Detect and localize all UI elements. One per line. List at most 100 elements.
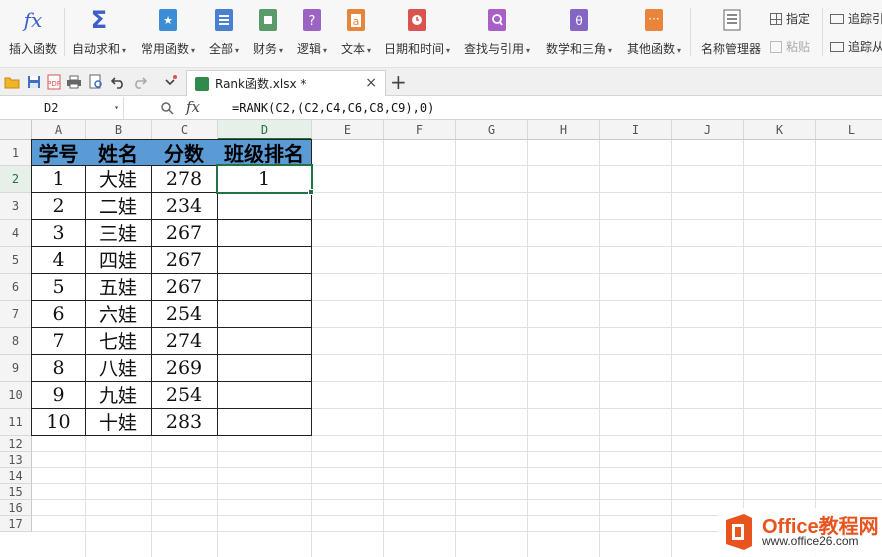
table-header-cell[interactable]: 学号	[31, 139, 86, 166]
row-header[interactable]: 4	[0, 220, 32, 247]
table-cell[interactable]: 六娃	[85, 300, 152, 328]
table-cell[interactable]: 大娃	[85, 165, 152, 193]
table-cell[interactable]: 3	[31, 219, 86, 247]
column-header[interactable]: D	[218, 120, 312, 140]
table-header-cell[interactable]: 班级排名	[217, 139, 312, 166]
table-cell[interactable]	[217, 246, 312, 274]
table-cell[interactable]: 254	[151, 300, 218, 328]
table-cell[interactable]: 八娃	[85, 354, 152, 382]
logic-button[interactable]: ? 逻辑 ▾	[292, 6, 332, 62]
row-header[interactable]: 7	[0, 301, 32, 328]
autosum-button[interactable]: Σ 自动求和 ▾	[68, 6, 130, 62]
trace-precedents-button[interactable]: 追踪引	[830, 10, 882, 27]
table-cell[interactable]	[217, 327, 312, 355]
table-cell[interactable]: 8	[31, 354, 86, 382]
column-header[interactable]: C	[152, 120, 218, 140]
specify-button[interactable]: 指定	[770, 10, 810, 27]
table-header-cell[interactable]: 分数	[151, 139, 218, 166]
zoom-search-icon[interactable]	[160, 101, 174, 115]
row-header[interactable]: 5	[0, 247, 32, 274]
row-header[interactable]: 6	[0, 274, 32, 301]
other-functions-button[interactable]: ··· 其他函数 ▾	[622, 6, 686, 62]
table-cell[interactable]	[217, 300, 312, 328]
row-header[interactable]: 10	[0, 382, 32, 409]
row-header[interactable]: 15	[0, 484, 32, 500]
row-header[interactable]: 1	[0, 140, 32, 166]
table-cell[interactable]: 274	[151, 327, 218, 355]
table-cell[interactable]: 1	[217, 165, 312, 193]
table-cell[interactable]: 2	[31, 192, 86, 220]
name-manager-button[interactable]: 名称管理器	[698, 6, 764, 62]
table-cell[interactable]: 269	[151, 354, 218, 382]
text-functions-button[interactable]: a 文本 ▾	[336, 6, 376, 62]
column-header[interactable]: G	[456, 120, 528, 140]
table-cell[interactable]: 283	[151, 408, 218, 436]
table-cell[interactable]: 267	[151, 273, 218, 301]
insert-function-button[interactable]: fx 插入函数	[6, 6, 60, 62]
table-cell[interactable]: 10	[31, 408, 86, 436]
table-cell[interactable]: 254	[151, 381, 218, 409]
column-header[interactable]: J	[672, 120, 744, 140]
row-header[interactable]: 16	[0, 500, 32, 516]
table-cell[interactable]	[217, 381, 312, 409]
export-pdf-icon[interactable]: PDF	[46, 74, 62, 90]
table-cell[interactable]: 二娃	[85, 192, 152, 220]
table-cell[interactable]: 四娃	[85, 246, 152, 274]
table-cell[interactable]: 267	[151, 219, 218, 247]
all-functions-button[interactable]: 全部 ▾	[204, 6, 244, 62]
undo-icon[interactable]	[110, 74, 126, 90]
table-cell[interactable]	[217, 273, 312, 301]
close-tab-icon[interactable]: ×	[365, 75, 377, 91]
row-header[interactable]: 8	[0, 328, 32, 355]
column-header[interactable]: A	[32, 120, 86, 140]
spreadsheet-grid[interactable]: A B C D E F G H I J K L 1 2 3 4 5 6 7 8 9 10 11 12 13 14 15 16 17 学号姓…	[0, 120, 882, 557]
column-header[interactable]: E	[312, 120, 384, 140]
redo-icon[interactable]	[132, 74, 148, 90]
row-header[interactable]: 12	[0, 436, 32, 452]
fx-button[interactable]: fx	[186, 98, 200, 116]
column-header[interactable]: F	[384, 120, 456, 140]
table-cell[interactable]: 十娃	[85, 408, 152, 436]
trace-dependents-button[interactable]: 追踪从	[830, 38, 882, 55]
print-preview-icon[interactable]	[88, 74, 104, 90]
fill-handle[interactable]	[308, 189, 314, 195]
formula-input[interactable]: =RANK(C2,(C2,C4,C6,C8,C9),0)	[232, 96, 434, 120]
paste-button[interactable]: 粘贴	[770, 38, 810, 55]
column-header[interactable]: I	[600, 120, 672, 140]
table-cell[interactable]: 1	[31, 165, 86, 193]
common-functions-button[interactable]: ★ 常用函数 ▾	[136, 6, 200, 62]
new-tab-icon[interactable]: +	[390, 70, 407, 94]
finance-button[interactable]: 财务 ▾	[248, 6, 288, 62]
open-folder-icon[interactable]	[4, 74, 20, 90]
table-cell[interactable]: 7	[31, 327, 86, 355]
lookup-button[interactable]: 查找与引用 ▾	[458, 6, 536, 62]
column-header[interactable]: L	[816, 120, 882, 140]
table-cell[interactable]: 234	[151, 192, 218, 220]
column-header[interactable]: B	[86, 120, 152, 140]
row-header[interactable]: 17	[0, 516, 32, 532]
column-header[interactable]: H	[528, 120, 600, 140]
name-box[interactable]: D2 ▾	[0, 97, 124, 119]
table-cell[interactable]	[217, 192, 312, 220]
table-cell[interactable]: 6	[31, 300, 86, 328]
table-cell[interactable]: 九娃	[85, 381, 152, 409]
select-all-corner[interactable]	[0, 120, 32, 140]
row-header[interactable]: 2	[0, 166, 32, 193]
table-cell[interactable]: 9	[31, 381, 86, 409]
table-cell[interactable]: 七娃	[85, 327, 152, 355]
print-icon[interactable]	[66, 74, 82, 90]
table-cell[interactable]: 278	[151, 165, 218, 193]
table-cell[interactable]: 三娃	[85, 219, 152, 247]
save-icon[interactable]	[26, 74, 42, 90]
table-cell[interactable]	[217, 354, 312, 382]
column-header[interactable]: K	[744, 120, 816, 140]
row-header[interactable]: 3	[0, 193, 32, 220]
document-tab[interactable]: Rank函数.xlsx * ×	[186, 70, 386, 96]
table-cell[interactable]: 4	[31, 246, 86, 274]
table-cell[interactable]: 5	[31, 273, 86, 301]
customize-toolbar-icon[interactable]	[162, 74, 178, 90]
table-header-cell[interactable]: 姓名	[85, 139, 152, 166]
math-button[interactable]: θ 数学和三角 ▾	[540, 6, 618, 62]
row-header[interactable]: 14	[0, 468, 32, 484]
table-cell[interactable]: 五娃	[85, 273, 152, 301]
